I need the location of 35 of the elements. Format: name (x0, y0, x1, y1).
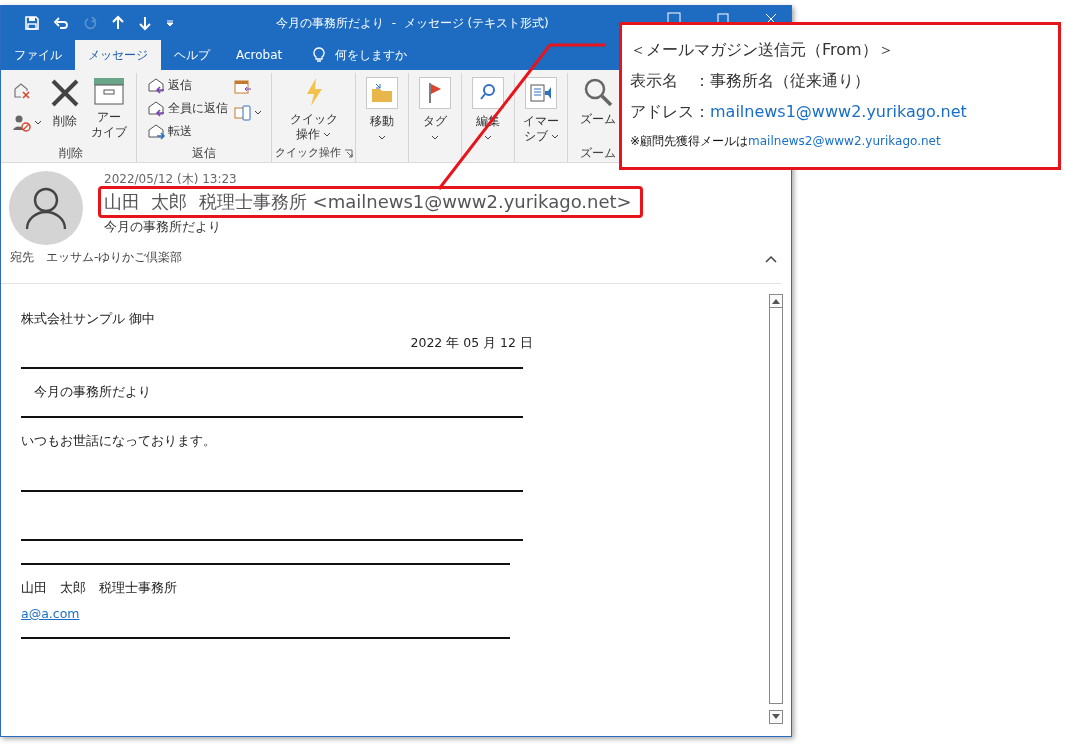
body-text: 今月の事務所だより (33, 384, 151, 402)
body-text: 山田 太郎 税理士事務所 (21, 580, 177, 598)
to-label: 宛先 (10, 249, 34, 266)
tell-me-field[interactable]: 何をしますか (335, 48, 446, 62)
callout-note: ※顧問先獲得メールはmailnews2@www2.yurikago.net (630, 133, 942, 150)
callout-address: アドレス：mailnews1@www2.yurikago.net (630, 101, 968, 123)
reply-action-button[interactable]: 返信 (146, 75, 194, 96)
reply-action-button[interactable]: 全員に返信 (146, 98, 230, 119)
sender-name: 山田 太郎 税理士事務所 <mailnews1@www2.yurikago.net> (104, 191, 632, 212)
group-label: 返信 (191, 145, 217, 161)
ribbon-tab[interactable]: ヘルプ (161, 40, 223, 70)
ribbon-tab[interactable]: Acrobat (223, 40, 296, 70)
body-text: 株式会社サンプル 御中 (21, 310, 155, 328)
callout-text: 表示名 ：事務所名（従来通り） (630, 70, 871, 92)
quick-steps-button[interactable]: クイック 操作 (286, 73, 341, 145)
body-text: いつもお世話になっております。 (21, 433, 216, 451)
ribbon-tab[interactable]: ファイル (1, 40, 75, 70)
archive-button[interactable]: アー カイブ (87, 73, 130, 145)
move-button[interactable]: 移動 (363, 73, 401, 145)
window-title: 今月の事務所だより - メッセージ (テキスト形式) (276, 14, 549, 32)
body-date: 2022 年 05 月 12 日 (410, 335, 533, 353)
subject-text: 今月の事務所だより (104, 218, 221, 236)
zoom-button[interactable]: ズーム (577, 73, 619, 145)
delete-button[interactable]: 削除 (45, 73, 84, 145)
group-label: 削除 (57, 145, 84, 161)
group-label: ズーム (579, 145, 617, 161)
ribbon-tab[interactable]: メッセージ (75, 40, 161, 70)
immersive-button[interactable]: イマー シブ (520, 73, 562, 145)
tags-button[interactable]: タグ (416, 73, 454, 145)
group-label: クイック操作 (274, 145, 341, 161)
callout-title: ＜メールマガジン送信元（From）＞ (630, 39, 895, 61)
email-link[interactable]: a@a.com (21, 605, 80, 621)
recipient-name: エッサム-ゆりかご倶楽部 (46, 249, 183, 266)
reply-action-button[interactable]: 転送 (146, 121, 194, 142)
received-date: 2022/05/12 (木) 13:23 (104, 172, 237, 186)
